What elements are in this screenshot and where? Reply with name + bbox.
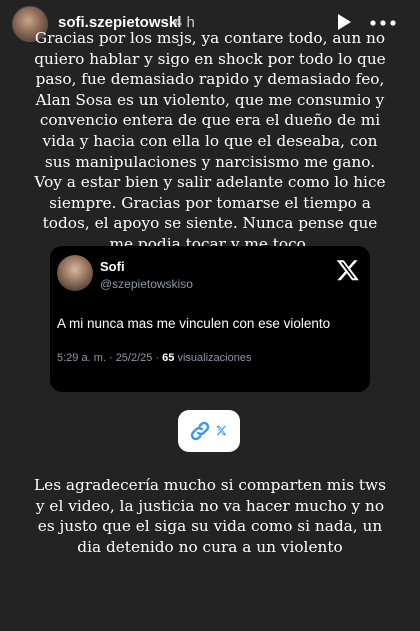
- x-logo-icon: [216, 426, 227, 436]
- link-sticker[interactable]: [178, 410, 240, 452]
- story-caption-bottom: Les agradecería mucho si comparten mis t…: [34, 476, 386, 556]
- tweet-avatar: [57, 255, 93, 291]
- tweet-timestamp: 5:29 a. m. · 25/2/25 ·: [57, 352, 163, 364]
- story-caption-top: Gracias por los msjs, ya contare todo, a…: [34, 29, 386, 253]
- tweet-text: A mi nunca mas me vinculen con ese viole…: [57, 316, 331, 331]
- x-logo-icon: [336, 260, 359, 281]
- tweet-views-count: 65: [162, 352, 175, 364]
- tweet-author-name: Sofi: [100, 259, 125, 274]
- tweet-card[interactable]: Sofi @szepietowskiso A mi nunca mas me v…: [50, 246, 370, 392]
- more-horizontal-icon[interactable]: [370, 20, 396, 26]
- tweet-author-handle: @szepietowskiso: [100, 277, 193, 291]
- tweet-meta: 5:29 a. m. · 25/2/25 · 65 visualizacione…: [57, 352, 251, 364]
- link-icon: [190, 421, 210, 441]
- tweet-views-label: visualizaciones: [174, 352, 252, 364]
